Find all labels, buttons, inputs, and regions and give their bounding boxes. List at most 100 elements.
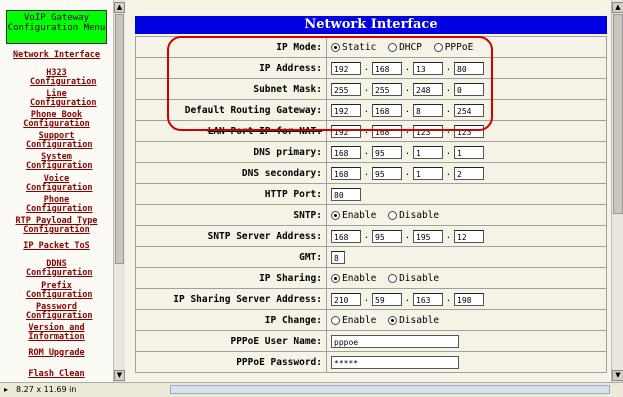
gateway-octet-2[interactable]: 168: [372, 103, 402, 117]
row-http-port: HTTP Port: 80: [135, 183, 607, 205]
gateway-octet-4[interactable]: 254: [454, 103, 484, 117]
pppoe-password-input[interactable]: *****: [331, 355, 459, 369]
row-sntp-server: SNTP Server Address: 168. 95. 195. 12: [135, 225, 607, 247]
nav-ip-packet-tos[interactable]: IP Packet ToS: [0, 242, 113, 251]
scroll-down-arrow-icon[interactable]: ▼: [612, 370, 623, 381]
nav-network-interface[interactable]: Network Interface: [0, 51, 113, 60]
scroll-up-arrow-icon[interactable]: ▲: [612, 2, 623, 13]
nav-phone-book-configuration[interactable]: Phone Book Configuration: [0, 111, 113, 129]
sntp-server-octet-2[interactable]: 95: [372, 229, 402, 243]
ip-change-enable-radio[interactable]: [331, 315, 340, 325]
main-scroll-thumb[interactable]: [613, 14, 623, 214]
nav-rtp-payload-type-configuration[interactable]: RTP Payload Type Configuration: [0, 217, 113, 235]
row-pppoe-password: PPPoE Password: *****: [135, 351, 607, 373]
ip-sharing-server-octet-2[interactable]: 59: [372, 292, 402, 306]
ip-mode-static-radio[interactable]: [331, 42, 340, 52]
dns-secondary-octet-1[interactable]: 168: [331, 166, 361, 180]
sntp-enable-radio[interactable]: [331, 210, 340, 220]
subnet-mask-octet-1[interactable]: 255: [331, 82, 361, 96]
ip-sharing-server-label: IP Sharing Server Address:: [135, 288, 327, 310]
ip-address-octet-4[interactable]: 80: [454, 61, 484, 75]
lan-ip-octet-3[interactable]: 123: [413, 124, 443, 138]
sntp-server-octet-1[interactable]: 168: [331, 229, 361, 243]
ip-sharing-enable-label: Enable: [342, 272, 377, 284]
subnet-mask-label: Subnet Mask:: [135, 78, 327, 100]
nav-prefix-configuration[interactable]: Prefix Configuration: [0, 282, 113, 300]
nav-phone-configuration[interactable]: Phone Configuration: [0, 196, 113, 214]
nav-support-configuration[interactable]: Support Configuration: [0, 132, 113, 150]
dns-secondary-octet-3[interactable]: 1: [413, 166, 443, 180]
dns-primary-octet-4[interactable]: 1: [454, 145, 484, 159]
sntp-disable-radio[interactable]: [388, 210, 398, 220]
menu-frame: VoIP Gateway Configuration Menu Network …: [0, 0, 113, 382]
pppoe-user-input[interactable]: pppoe: [331, 334, 459, 348]
gateway-octet-1[interactable]: 192: [331, 103, 361, 117]
nav-version-and-information[interactable]: Version and Information: [0, 324, 113, 342]
ip-change-disable-label: Disable: [399, 314, 440, 326]
scroll-down-arrow-icon[interactable]: ▼: [114, 370, 125, 381]
dns-secondary-octet-2[interactable]: 95: [372, 166, 402, 180]
nav-voice-configuration[interactable]: Voice Configuration: [0, 175, 113, 193]
ip-sharing-enable-radio[interactable]: [331, 273, 340, 283]
ip-sharing-server-octet-4[interactable]: 198: [454, 292, 484, 306]
row-ip-mode: IP Mode: Static DHCP PPPoE: [135, 36, 607, 58]
nav-line-configuration[interactable]: Line Configuration: [0, 90, 113, 108]
http-port-label: HTTP Port:: [135, 183, 327, 205]
dns-primary-octet-1[interactable]: 168: [331, 145, 361, 159]
ip-mode-pppoe-label: PPPoE: [444, 41, 474, 53]
ip-sharing-disable-label: Disable: [399, 272, 440, 284]
subnet-mask-octet-3[interactable]: 248: [413, 82, 443, 96]
nav-flash-clean[interactable]: Flash Clean: [0, 370, 113, 379]
ip-mode-dhcp-radio[interactable]: [388, 42, 398, 52]
subnet-mask-octet-4[interactable]: 0: [454, 82, 484, 96]
nav-h323-configuration[interactable]: H323 Configuration: [0, 69, 113, 87]
page-title: Network Interface: [135, 16, 607, 34]
scroll-up-arrow-icon[interactable]: ▲: [114, 2, 125, 13]
lan-ip-octet-2[interactable]: 168: [372, 124, 402, 138]
ip-address-octet-3[interactable]: 13: [413, 61, 443, 75]
http-port-input[interactable]: 80: [331, 187, 361, 201]
ip-sharing-label: IP Sharing:: [135, 267, 327, 289]
ip-address-octet-1[interactable]: 192: [331, 61, 361, 75]
row-dns-secondary: DNS secondary: 168. 95. 1. 2: [135, 162, 607, 184]
row-dns-primary: DNS primary: 168. 95. 1. 1: [135, 141, 607, 163]
ip-change-disable-radio[interactable]: [388, 315, 398, 325]
gateway-octet-3[interactable]: 8: [413, 103, 443, 117]
dns-secondary-octet-4[interactable]: 2: [454, 166, 484, 180]
dns-primary-label: DNS primary:: [135, 141, 327, 163]
nav-system-configuration[interactable]: System Configuration: [0, 153, 113, 171]
ip-address-label: IP Address:: [135, 57, 327, 79]
default-gateway-label: Default Routing Gateway:: [135, 99, 327, 121]
dns-primary-octet-2[interactable]: 95: [372, 145, 402, 159]
horizontal-scrollbar[interactable]: [170, 385, 610, 394]
menu-scroll-thumb[interactable]: [115, 14, 124, 264]
row-sntp: SNTP: Enable Disable: [135, 204, 607, 226]
ip-mode-pppoe-radio[interactable]: [433, 42, 443, 52]
ip-sharing-server-octet-3[interactable]: 163: [413, 292, 443, 306]
menu-title: VoIP Gateway Configuration Menu: [6, 10, 107, 44]
pppoe-password-label: PPPoE Password:: [135, 351, 327, 373]
row-lan-port-ip: LAN Port IP for NAT: 192. 168. 123. 123: [135, 120, 607, 142]
dns-primary-octet-3[interactable]: 1: [413, 145, 443, 159]
nav-rom-upgrade[interactable]: ROM Upgrade: [0, 349, 113, 358]
lan-ip-octet-1[interactable]: 192: [331, 124, 361, 138]
subnet-mask-octet-2[interactable]: 255: [372, 82, 402, 96]
ip-sharing-disable-radio[interactable]: [388, 273, 398, 283]
sntp-server-octet-4[interactable]: 12: [454, 229, 484, 243]
row-gmt: GMT: 8: [135, 246, 607, 268]
nav-ddns-configuration[interactable]: DDNS Configuration: [0, 260, 113, 278]
row-pppoe-user: PPPoE User Name: pppoe: [135, 330, 607, 352]
ip-sharing-server-octet-1[interactable]: 210: [331, 292, 361, 306]
sntp-server-octet-3[interactable]: 195: [413, 229, 443, 243]
row-ip-sharing-server: IP Sharing Server Address: 210. 59. 163. 19…: [135, 288, 607, 310]
sntp-label: SNTP:: [135, 204, 327, 226]
ip-change-label: IP Change:: [135, 309, 327, 331]
row-ip-change: IP Change: Enable Disable: [135, 309, 607, 331]
lan-ip-octet-4[interactable]: 123: [454, 124, 484, 138]
gmt-input[interactable]: 8: [331, 250, 345, 264]
scroll-left-arrow-icon[interactable]: ▸: [4, 383, 8, 396]
menu-scrollbar[interactable]: ▲ ▼: [113, 0, 125, 382]
main-scrollbar[interactable]: ▲ ▼: [611, 0, 623, 382]
ip-address-octet-2[interactable]: 168: [372, 61, 402, 75]
nav-password-configuration[interactable]: Password Configuration: [0, 303, 113, 321]
